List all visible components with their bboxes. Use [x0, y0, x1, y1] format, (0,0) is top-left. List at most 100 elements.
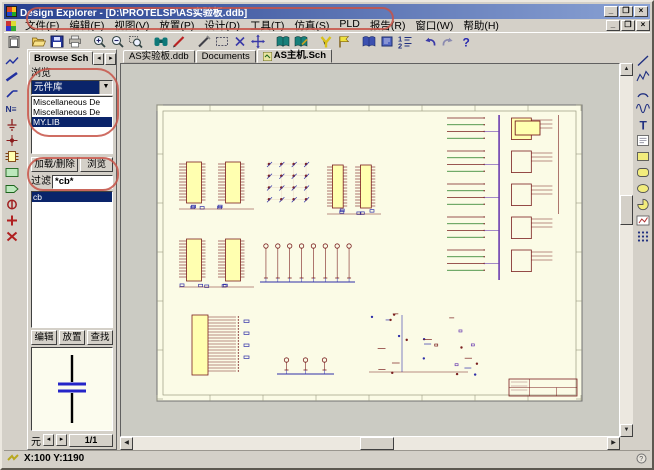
redo-icon[interactable] [439, 33, 457, 49]
print-icon[interactable] [66, 33, 84, 49]
vscroll-thumb[interactable] [620, 195, 633, 225]
help-icon[interactable]: ? [457, 33, 475, 49]
menu-item-4[interactable]: 设计(D) [199, 18, 245, 33]
cut-icon[interactable] [231, 33, 249, 49]
power-port-icon[interactable] [4, 116, 20, 132]
pencil-icon[interactable] [170, 33, 188, 49]
array-icon[interactable] [635, 228, 651, 244]
probe-icon[interactable] [195, 33, 213, 49]
menu-item-6[interactable]: 仿真(S) [289, 18, 334, 33]
hscroll-thumb[interactable] [360, 437, 394, 450]
zoom-in-icon[interactable] [91, 33, 109, 49]
graph-icon[interactable] [635, 212, 651, 228]
delete-icon[interactable] [4, 228, 20, 244]
browse-icon[interactable] [152, 33, 170, 49]
doc-restore-button[interactable]: ❐ [621, 20, 635, 31]
library-list-item[interactable]: Miscellaneous De [32, 107, 112, 117]
line-icon[interactable] [635, 52, 651, 68]
component-list-item[interactable]: cb [32, 192, 112, 202]
sine-icon[interactable] [635, 100, 651, 116]
pie-icon[interactable] [635, 196, 651, 212]
menu-item-2[interactable]: 视图(V) [109, 18, 154, 33]
book-4-icon[interactable] [378, 33, 396, 49]
book-3-icon[interactable] [360, 33, 378, 49]
bus-entry-icon[interactable] [4, 84, 20, 100]
zoom-area-icon[interactable] [127, 33, 145, 49]
junction-icon[interactable] [4, 132, 20, 148]
menu-item-8[interactable]: 报告(R) [365, 18, 411, 33]
tab-browse-sch[interactable]: Browse Sch [29, 51, 93, 65]
menu-item-1[interactable]: 编辑(E) [64, 18, 109, 33]
clipboard-icon[interactable] [5, 33, 23, 49]
doc-tab-1[interactable]: Documents [196, 50, 256, 63]
scroll-right-icon[interactable]: ▶ [607, 437, 620, 450]
net-label-icon[interactable]: N≡ [4, 100, 20, 116]
load-remove-button[interactable]: 加载/删除 [31, 157, 78, 172]
arc-icon[interactable] [635, 84, 651, 100]
library-list[interactable]: Miscellaneous DeMiscellaneous DeMY.LIB [31, 96, 113, 154]
menu-item-5[interactable]: 工具(T) [245, 18, 289, 33]
polyline-icon[interactable] [635, 68, 651, 84]
sheet-entry-icon[interactable] [4, 180, 20, 196]
panel-next-arrow[interactable]: ▸ [105, 53, 116, 65]
rect-icon[interactable] [635, 148, 651, 164]
select-icon[interactable] [213, 33, 231, 49]
annotate-icon[interactable]: 12 [396, 33, 414, 49]
bus-icon[interactable] [4, 68, 20, 84]
component-list[interactable]: cb [31, 191, 113, 328]
scroll-left-icon[interactable]: ◀ [120, 437, 133, 450]
schematic-canvas[interactable] [120, 63, 620, 437]
close-button[interactable]: × [634, 6, 648, 17]
edit-button[interactable]: 编辑 [31, 330, 57, 345]
book-1-icon[interactable] [274, 33, 292, 49]
text-frame-icon[interactable] [635, 132, 651, 148]
drawing-icon[interactable] [335, 33, 353, 49]
scroll-up-icon[interactable]: ▲ [620, 63, 633, 76]
wiring-icon[interactable] [317, 33, 335, 49]
vertical-scrollbar[interactable]: ▲ ▼ [620, 63, 633, 437]
find-button[interactable]: 查找 [87, 330, 113, 345]
round-rect-icon[interactable] [635, 164, 651, 180]
cross-icon[interactable] [4, 212, 20, 228]
menu-item-0[interactable]: 文件(F) [20, 18, 64, 33]
menu-item-9[interactable]: 窗口(W) [410, 18, 458, 33]
menu-item-7[interactable]: PLD [334, 18, 364, 33]
doc-tab-2[interactable]: AS主机.Sch [257, 49, 332, 63]
title-bar[interactable]: Design Explorer - [D:\PROTELSP\AS实验板.ddb… [4, 4, 650, 19]
zoom-out-icon[interactable] [109, 33, 127, 49]
browse-mode-dropdown[interactable]: 元件库 ▼ [31, 80, 113, 95]
horizontal-scrollbar[interactable]: ◀ ▶ [120, 437, 620, 450]
open-icon[interactable] [30, 33, 48, 49]
menu-item-10[interactable]: 帮助(H) [458, 18, 504, 33]
sheet-symbol-icon[interactable] [4, 164, 20, 180]
directive-icon[interactable] [4, 196, 20, 212]
pager-next-button[interactable]: ▸ [56, 434, 67, 446]
place-button[interactable]: 放置 [59, 330, 85, 345]
pager-prev-button[interactable]: ◂ [43, 434, 54, 446]
maximize-button[interactable]: ❐ [619, 6, 633, 17]
scroll-down-icon[interactable]: ▼ [620, 424, 633, 437]
text-icon[interactable]: T [635, 116, 651, 132]
book-2-icon[interactable] [292, 33, 310, 49]
menu-item-3[interactable]: 放置(P) [154, 18, 199, 33]
library-list-item[interactable]: MY.LIB [32, 117, 112, 127]
filter-input[interactable] [52, 175, 113, 189]
part-icon[interactable] [4, 148, 20, 164]
chevron-down-icon[interactable]: ▼ [99, 81, 112, 94]
library-list-item[interactable]: Miscellaneous De [32, 97, 112, 107]
menu-bar: 文件(F)编辑(E)视图(V)放置(P)设计(D)工具(T)仿真(S)PLD报告… [4, 19, 650, 32]
minimize-button[interactable]: _ [604, 6, 618, 17]
undo-icon[interactable] [421, 33, 439, 49]
document-icon[interactable] [6, 21, 16, 31]
wire-icon[interactable] [4, 52, 20, 68]
doc-tab-0[interactable]: AS实验板.ddb [123, 50, 195, 63]
save-icon[interactable] [48, 33, 66, 49]
ellipse-icon[interactable] [635, 180, 651, 196]
browse-panel: Browse Sch ◂ ▸ 浏览 元件库 ▼ Miscellaneous De… [27, 49, 117, 450]
doc-close-button[interactable]: × [636, 20, 650, 31]
panel-prev-arrow[interactable]: ◂ [93, 53, 104, 65]
capacitor-symbol [42, 351, 102, 427]
browse-button[interactable]: 浏览 [80, 157, 113, 172]
move-icon[interactable] [249, 33, 267, 49]
doc-minimize-button[interactable]: _ [606, 20, 620, 31]
